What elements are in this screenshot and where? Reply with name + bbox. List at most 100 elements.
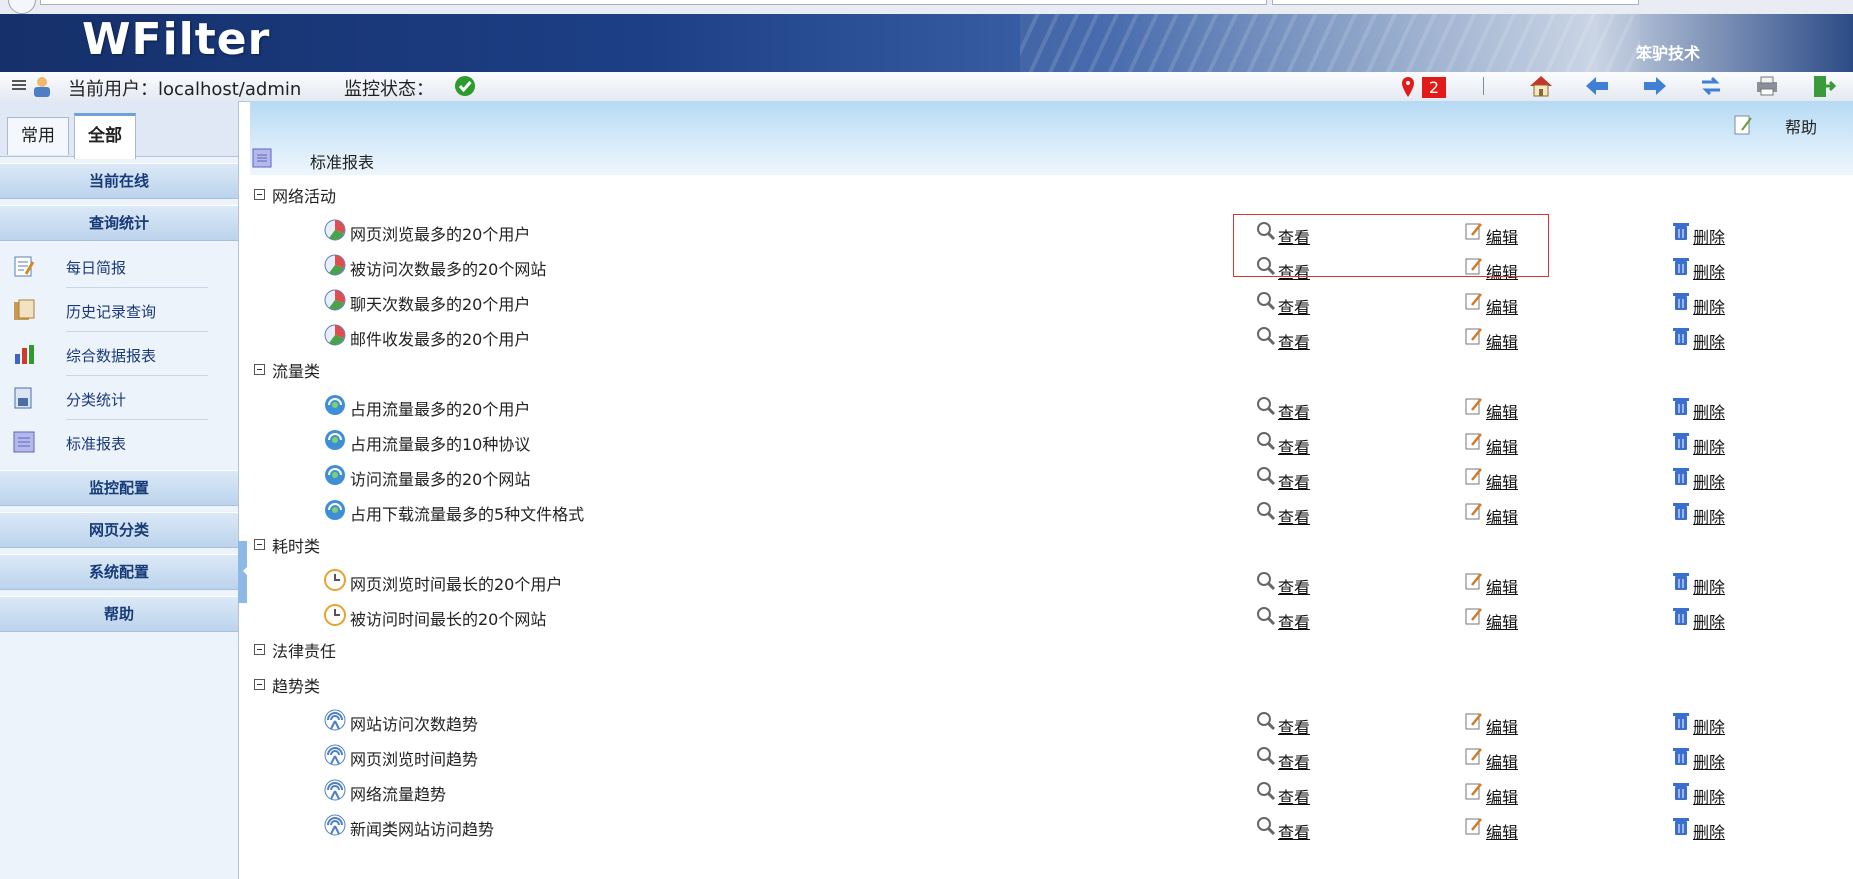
report-row: 占用下载流量最多的5种文件格式 查看 编辑 删除: [250, 496, 1853, 527]
pie-chart-icon: [324, 324, 346, 346]
edit-label: 编辑: [1486, 578, 1519, 597]
sidebar-tabs: 常用 全部: [0, 101, 238, 159]
report-name: 网页浏览时间最长的20个用户: [350, 575, 563, 594]
collapse-toggle-icon[interactable]: [254, 679, 265, 690]
magnifier-icon: [1257, 222, 1276, 241]
collapse-toggle-icon[interactable]: [254, 364, 265, 375]
trend-icon: [324, 814, 346, 836]
print-icon[interactable]: [1752, 72, 1782, 100]
magnifier-icon: [1257, 467, 1276, 486]
trend-icon: [324, 744, 346, 766]
alert-pin-icon: [1402, 77, 1414, 97]
sidebar-item-label: 每日简报: [66, 259, 127, 277]
section-monitor-config[interactable]: 监控配置: [0, 470, 238, 506]
report-name: 访问流量最多的20个网站: [350, 470, 531, 489]
browser-chrome: [0, 0, 1853, 14]
report-row: 新闻类网站访问趋势 查看 编辑 删除: [250, 811, 1853, 842]
group-name: 流量类: [272, 362, 321, 381]
delete-label: 删除: [1693, 438, 1726, 457]
view-label: 查看: [1278, 438, 1311, 457]
list-report-icon: [252, 148, 272, 168]
help-link[interactable]: 帮助: [1785, 114, 1817, 138]
edit-icon: [1465, 468, 1482, 485]
trash-icon: [1673, 783, 1689, 800]
pie-chart-icon: [324, 289, 346, 311]
delete-label: 删除: [1693, 753, 1726, 772]
section-online[interactable]: 当前在线: [0, 163, 238, 199]
edit-icon: [1465, 258, 1482, 275]
sidebar-item-standard-report[interactable]: 标准报表: [0, 420, 238, 464]
group-name: 耗时类: [272, 537, 321, 556]
view-label: 查看: [1278, 788, 1311, 807]
collapse-toggle-icon[interactable]: [254, 644, 265, 655]
section-system-config[interactable]: 系统配置: [0, 554, 238, 590]
section-query-stats[interactable]: 查询统计: [0, 205, 238, 241]
report-row: 网页浏览时间趋势 查看 编辑 删除: [250, 741, 1853, 772]
report-row: 邮件收发最多的20个用户 查看 编辑 删除: [250, 321, 1853, 352]
report-row: 网页浏览时间最长的20个用户 查看 编辑 删除: [250, 566, 1853, 597]
browser-search-bar[interactable]: [1272, 0, 1639, 5]
magnifier-icon: [1257, 327, 1276, 346]
status-bar: 当前用户：localhost/admin 监控状态： 2: [0, 72, 1853, 102]
collapse-toggle-icon[interactable]: [254, 189, 265, 200]
edit-label: 编辑: [1486, 298, 1519, 317]
trash-icon: [1673, 573, 1689, 590]
section-web-category[interactable]: 网页分类: [0, 512, 238, 548]
home-icon[interactable]: [1526, 72, 1556, 100]
group-name: 法律责任: [272, 642, 337, 661]
page-title: 标准报表: [310, 153, 375, 172]
trash-icon: [1673, 258, 1689, 275]
report-name: 网页浏览最多的20个用户: [350, 225, 531, 244]
history-query-icon: [14, 299, 35, 320]
pie-chart-icon: [324, 254, 346, 276]
trend-icon: [324, 779, 346, 801]
magnifier-icon: [1257, 572, 1276, 591]
trash-icon: [1673, 468, 1689, 485]
sidebar-item-category-stats[interactable]: 分类统计: [0, 376, 238, 420]
tab-all[interactable]: 全部: [74, 113, 136, 159]
back-arrow-icon[interactable]: [1582, 72, 1612, 100]
address-bar[interactable]: [40, 0, 1267, 5]
sidebar-item-label: 分类统计: [66, 391, 127, 409]
collapse-toggle-icon[interactable]: [254, 539, 265, 550]
exit-icon[interactable]: [1808, 72, 1838, 100]
report-row: 网站访问次数趋势 查看 编辑 删除: [250, 706, 1853, 737]
report-name: 邮件收发最多的20个用户: [350, 330, 531, 349]
report-name: 占用流量最多的10种协议: [350, 435, 531, 454]
tab-common[interactable]: 常用: [7, 117, 69, 155]
report-name: 占用流量最多的20个用户: [350, 400, 531, 419]
edit-icon: [1465, 328, 1482, 345]
trash-icon: [1673, 818, 1689, 835]
edit-label: 编辑: [1486, 473, 1519, 492]
refresh-icon[interactable]: [1696, 72, 1726, 100]
report-row: 访问流量最多的20个网站 查看 编辑 删除: [250, 461, 1853, 492]
help-icon[interactable]: [1733, 114, 1753, 136]
report-name: 被访问时间最长的20个网站: [350, 610, 547, 629]
sidebar-collapse-handle[interactable]: [238, 541, 247, 603]
sidebar-item-summary-report[interactable]: 综合数据报表: [0, 332, 238, 376]
traffic-icon: [325, 500, 345, 520]
view-label: 查看: [1278, 578, 1311, 597]
delete-label: 删除: [1693, 578, 1726, 597]
trash-icon: [1673, 503, 1689, 520]
group-name: 趋势类: [272, 677, 321, 696]
delete-label: 删除: [1693, 613, 1726, 632]
view-label: 查看: [1278, 333, 1311, 352]
report-name: 被访问次数最多的20个网站: [350, 260, 547, 279]
menu-icon[interactable]: [12, 80, 26, 92]
edit-icon: [1465, 818, 1482, 835]
view-label: 查看: [1278, 613, 1311, 632]
magnifier-icon: [1257, 502, 1276, 521]
delete-label: 删除: [1693, 823, 1726, 842]
content-header: 帮助 标准报表: [250, 101, 1853, 175]
report-name: 网站访问次数趋势: [350, 715, 479, 734]
sidebar-item-daily-report[interactable]: 每日简报: [0, 244, 238, 288]
trash-icon: [1673, 608, 1689, 625]
forward-arrow-icon[interactable]: [1640, 72, 1670, 100]
edit-icon: [1465, 398, 1482, 415]
edit-label: 编辑: [1486, 333, 1519, 352]
section-help[interactable]: 帮助: [0, 596, 238, 632]
browser-button[interactable]: [8, 0, 36, 14]
sidebar-item-history-query[interactable]: 历史记录查询: [0, 288, 238, 332]
report-row: 网页浏览最多的20个用户 查看 编辑 删除: [250, 216, 1853, 247]
